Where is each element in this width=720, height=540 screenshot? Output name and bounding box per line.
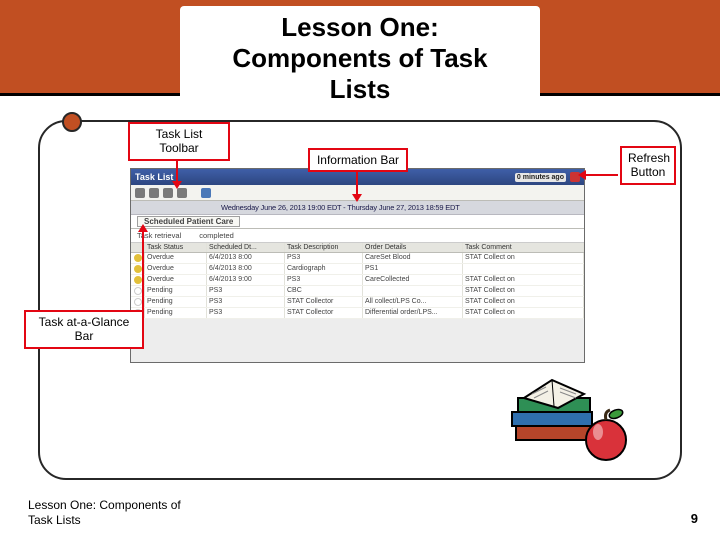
title-line-2: Components of Task Lists (220, 43, 500, 105)
table-row[interactable]: Overdue6/4/2013 9:00PS3CareCollectedSTAT… (131, 275, 584, 286)
callout-task-at-a-glance-bar: Task at-a-Glance Bar (24, 310, 144, 349)
col-status[interactable]: Task Status (145, 243, 207, 252)
task-at-a-glance-bar: Task retrieval completed (131, 229, 584, 243)
table-row[interactable]: PendingPS3CBC STAT Collect on (131, 286, 584, 297)
window-title: Task List (135, 172, 173, 182)
cell-desc: CBC (285, 286, 363, 296)
cell-scheduled: 6/4/2013 8:00 (207, 253, 285, 263)
cell-comment (463, 264, 584, 274)
cell-scheduled: PS3 (207, 297, 285, 307)
cell-comment: STAT Collect on (463, 308, 584, 318)
cell-desc: Cardiograph (285, 264, 363, 274)
cell-status: Pending (145, 308, 207, 318)
cell-order: CareSet Blood (363, 253, 463, 263)
cell-status: Pending (145, 297, 207, 307)
callout-information-bar: Information Bar (308, 148, 408, 172)
col-comment[interactable]: Task Comment (463, 243, 584, 252)
table-row[interactable]: PendingPS3STAT CollectorDifferential ord… (131, 308, 584, 319)
task-table-body: Overdue6/4/2013 8:00PS3CareSet BloodSTAT… (131, 253, 584, 319)
cell-comment: STAT Collect on (463, 275, 584, 285)
footer-lesson-label: Lesson One: Components of Task Lists (28, 498, 181, 528)
cell-desc: STAT Collector (285, 308, 363, 318)
clipart-books-apple (488, 362, 638, 474)
col-desc[interactable]: Task Description (285, 243, 363, 252)
callout-task-list-toolbar: Task List Toolbar (128, 122, 230, 161)
cell-status: Overdue (145, 275, 207, 285)
footer-line-2: Task Lists (28, 513, 181, 528)
footer-line-1: Lesson One: Components of (28, 498, 181, 513)
cell-order: PS1 (363, 264, 463, 274)
refresh-timestamp[interactable]: 0 minutes ago (515, 173, 566, 182)
cell-desc: PS3 (285, 275, 363, 285)
cell-status: Overdue (145, 253, 207, 263)
cell-comment: STAT Collect on (463, 286, 584, 296)
col-order[interactable]: Order Details (363, 243, 463, 252)
date-range-text: Wednesday June 26, 2013 19:00 EDT - Thur… (221, 203, 460, 212)
title-line-1: Lesson One: (220, 12, 500, 43)
tab-strip: Scheduled Patient Care (131, 215, 584, 229)
cell-comment: STAT Collect on (463, 253, 584, 263)
home-icon[interactable] (201, 188, 211, 198)
cell-scheduled: 6/4/2013 9:00 (207, 275, 285, 285)
chart-icon[interactable] (177, 188, 187, 198)
cell-scheduled: PS3 (207, 286, 285, 296)
glance-right: completed (199, 231, 234, 240)
check-icon[interactable] (135, 188, 145, 198)
cell-order: CareCollected (363, 275, 463, 285)
cell-desc: STAT Collector (285, 297, 363, 307)
cell-status: Pending (145, 286, 207, 296)
table-row[interactable]: Overdue6/4/2013 8:00PS3CareSet BloodSTAT… (131, 253, 584, 264)
signoff-icon[interactable] (149, 188, 159, 198)
frame-knob-decor (62, 112, 82, 132)
table-row[interactable]: Overdue6/4/2013 8:00CardiographPS1 (131, 264, 584, 275)
notdone-icon[interactable] (163, 188, 173, 198)
task-table-header: Task Status Scheduled Dt... Task Descrip… (131, 243, 584, 253)
cell-order: All collect/LPS Co... (363, 297, 463, 307)
cell-scheduled: PS3 (207, 308, 285, 318)
table-row[interactable]: PendingPS3STAT CollectorAll collect/LPS … (131, 297, 584, 308)
tab-scheduled-patient-care[interactable]: Scheduled Patient Care (137, 216, 240, 227)
cell-order (363, 286, 463, 296)
slide-title: Lesson One: Components of Task Lists (180, 6, 540, 115)
cell-scheduled: 6/4/2013 8:00 (207, 264, 285, 274)
cell-order: Differential order/LPS... (363, 308, 463, 318)
cell-comment: STAT Collect on (463, 297, 584, 307)
page-number: 9 (691, 511, 698, 526)
information-bar: Wednesday June 26, 2013 19:00 EDT - Thur… (131, 201, 584, 215)
callout-refresh-button: Refresh Button (620, 146, 676, 185)
cell-desc: PS3 (285, 253, 363, 263)
col-scheduled[interactable]: Scheduled Dt... (207, 243, 285, 252)
cell-status: Overdue (145, 264, 207, 274)
